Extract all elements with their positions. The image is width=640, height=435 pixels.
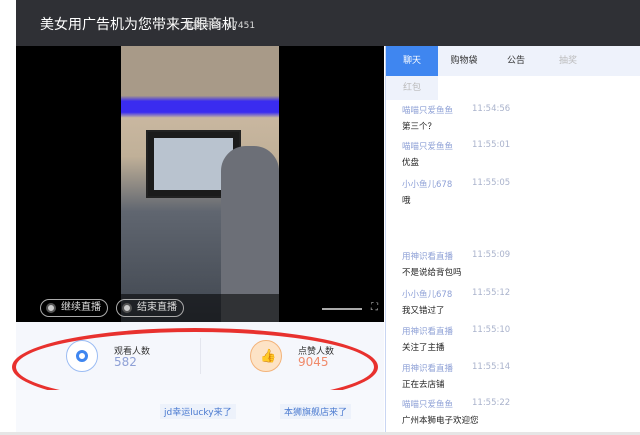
message-user[interactable]: 喵喵只爱鱼鱼 — [402, 398, 479, 410]
message-text: 不是说给背包吗 — [402, 268, 462, 278]
end-live-button[interactable]: 结束直播 — [116, 299, 184, 317]
video-controls: 继续直播 结束直播 ⛶ — [16, 294, 384, 322]
message-time: 11:55:05 — [472, 178, 511, 188]
fullscreen-icon[interactable]: ⛶ — [371, 302, 378, 313]
record-icon — [46, 303, 56, 313]
message-time: 11:55:09 — [472, 250, 511, 260]
chat-message: 小小鱼儿678 11:55:05 哦 — [402, 178, 510, 206]
chat-message: 用神识看直播 11:55:14 正在去店铺 — [402, 362, 510, 390]
tab-chat[interactable]: 聊天 — [386, 46, 438, 76]
video-player[interactable]: 继续直播 结束直播 ⛶ — [16, 46, 384, 322]
tab-announcement[interactable]: 公告 — [490, 46, 542, 76]
message-user[interactable]: 喵喵只爱鱼鱼 — [402, 104, 453, 116]
message-text: 关注了主播 — [402, 343, 445, 353]
message-time: 11:55:14 — [472, 362, 511, 372]
tab-lottery[interactable]: 抽奖 — [542, 46, 594, 76]
video-frame — [121, 46, 279, 322]
tab-bar: 聊天 购物袋 公告 抽奖 — [386, 46, 640, 76]
chat-panel: 聊天 购物袋 公告 抽奖 红包 喵喵只爱鱼鱼 11:54:56 第三个？ 喵喵只爱鱼鱼… — [385, 46, 640, 432]
message-text: 优盘 — [402, 158, 420, 168]
message-time: 11:55:10 — [472, 325, 511, 335]
message-text: 广州本狮电子欢迎您 — [402, 416, 479, 426]
continue-live-button[interactable]: 继续直播 — [40, 299, 108, 317]
message-user[interactable]: 用神识看直播 — [402, 325, 453, 337]
continue-label: 继续直播 — [61, 302, 101, 313]
message-user[interactable]: 用神识看直播 — [402, 362, 453, 374]
entry-notice: jd幸运lucky来了 — [160, 404, 236, 419]
message-time: 11:55:01 — [472, 140, 511, 150]
message-text: 第三个？ — [402, 122, 437, 132]
message-text: 我又错过了 — [402, 306, 445, 316]
message-time: 11:54:56 — [472, 104, 511, 114]
tab-red-packet[interactable]: 红包 — [386, 76, 438, 100]
entry-notice: 本狮旗舰店来了 — [280, 404, 352, 419]
tab-shopping-bag[interactable]: 购物袋 — [438, 46, 490, 76]
header: 美女用广告机为您带来无限商机 直播间ID: 47451 — [16, 0, 640, 46]
end-label: 结束直播 — [137, 302, 177, 313]
message-user[interactable]: 喵喵只爱鱼鱼 — [402, 140, 453, 152]
message-text: 正在去店铺 — [402, 380, 445, 390]
record-icon — [122, 303, 132, 313]
message-user[interactable]: 用神识看直播 — [402, 250, 462, 262]
message-time: 11:55:22 — [472, 398, 511, 408]
chat-message: 用神识看直播 11:55:10 关注了主播 — [402, 325, 510, 353]
chat-message: 小小鱼儿678 11:55:12 我又错过了 — [402, 288, 510, 316]
chat-message: 喵喵只爱鱼鱼 11:55:01 优盘 — [402, 140, 510, 168]
message-text: 哦 — [402, 196, 411, 206]
message-user[interactable]: 小小鱼儿678 — [402, 288, 452, 300]
message-time: 11:55:12 — [472, 288, 511, 298]
entry-notices: jd幸运lucky来了 本狮旗舰店来了 — [16, 390, 384, 432]
chat-message: 喵喵只爱鱼鱼 11:54:56 第三个？ — [402, 104, 510, 132]
chat-message: 用神识看直播 11:55:09 不是说给背包吗 — [402, 250, 510, 278]
room-id: 直播间ID: 47451 — [184, 21, 256, 31]
chat-message: 喵喵只爱鱼鱼 11:55:22 广州本狮电子欢迎您 — [402, 398, 510, 426]
volume-slider[interactable] — [322, 308, 362, 310]
message-user[interactable]: 小小鱼儿678 — [402, 178, 452, 190]
